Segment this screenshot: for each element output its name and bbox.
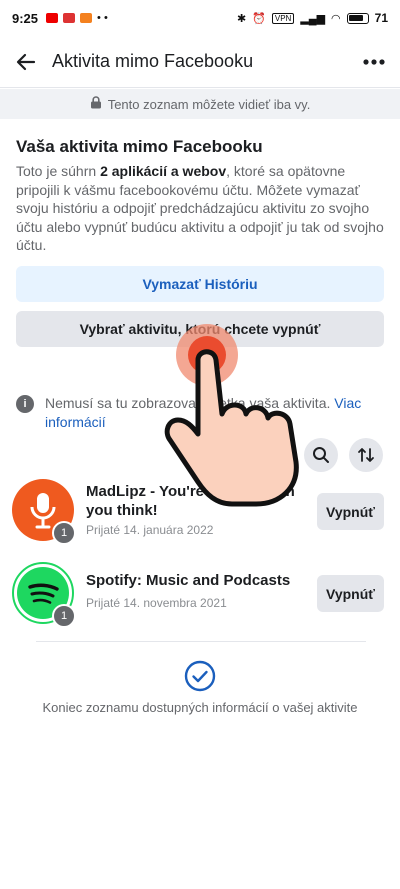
status-bar: 9:25 • • ✱ ⏰ VPN ▂▄▆ ◠ 71 [0,0,400,36]
gmail-icon [63,13,76,23]
status-indicators: ✱ ⏰ VPN ▂▄▆ ◠ 71 [237,11,388,25]
notification-icons: • • [46,12,108,24]
list-item: 1 MadLipz - You're funnier than you thin… [12,479,384,545]
battery-icon [346,12,369,24]
end-of-list-text: Koniec zoznamu dostupných informácií o v… [42,700,358,715]
app-notification-icon [80,13,93,23]
clear-history-button[interactable]: Vymazať Históriu [16,266,384,302]
info-row: i Nemusí sa tu zobrazovať všetka vaša ak… [16,394,384,432]
info-message: Nemusí sa tu zobrazovať všetka vaša akti… [45,395,335,411]
desc-prefix: Toto je súhrn [16,163,101,179]
app-date: Prijaté 14. januára 2022 [86,523,214,537]
page-title: Aktivita mimo Facebooku [52,51,254,71]
youtube-icon [46,13,59,23]
desc-bold: 2 aplikácií a webov [100,163,227,179]
app-bar: Aktivita mimo Facebooku [0,36,400,88]
app-name[interactable]: MadLipz - You're funnier than you think! [86,482,306,520]
section-description: Toto je súhrn 2 aplikácií a webov, ktoré… [16,162,384,255]
status-time: 9:25 [12,10,39,26]
more-notifications-icon: • • [97,12,108,24]
privacy-banner: Tento zoznam môžete vidieť iba vy. [0,89,400,119]
app-count-badge: 1 [52,521,76,545]
turn-off-button[interactable]: Vypnúť [317,493,384,530]
info-text: Nemusí sa tu zobrazovať všetka vaša akti… [45,394,384,432]
app-count-badge: 1 [52,604,76,628]
sort-icon [358,448,374,462]
alarm-icon: ⏰ [252,12,266,25]
signal-icon: ▂▄▆ [300,12,326,25]
divider [36,641,366,642]
list-item: 1 Spotify: Music and Podcasts Prijaté 14… [12,562,384,628]
wifi-icon: ◠ [331,12,341,25]
app-date: Prijaté 14. novembra 2021 [86,596,227,610]
section-title: Vaša aktivita mimo Facebooku [16,137,263,156]
search-button[interactable] [304,438,338,472]
more-dots-icon[interactable] [360,48,388,76]
privacy-text: Tento zoznam môžete vidieť iba vy. [107,96,311,112]
sort-button[interactable] [349,438,383,472]
back-arrow-icon[interactable] [12,48,40,76]
lock-icon [90,96,102,112]
check-circle-icon [184,660,216,692]
info-icon: i [16,395,34,413]
vpn-icon: VPN [271,12,295,24]
search-icon [313,447,329,463]
bluetooth-icon: ✱ [236,12,247,25]
battery-percent: 71 [374,11,388,25]
turn-off-button[interactable]: Vypnúť [317,575,384,612]
app-name[interactable]: Spotify: Music and Podcasts [86,571,326,590]
choose-activity-button[interactable]: Vybrať aktivitu, ktorú chcete vypnúť [16,311,384,347]
